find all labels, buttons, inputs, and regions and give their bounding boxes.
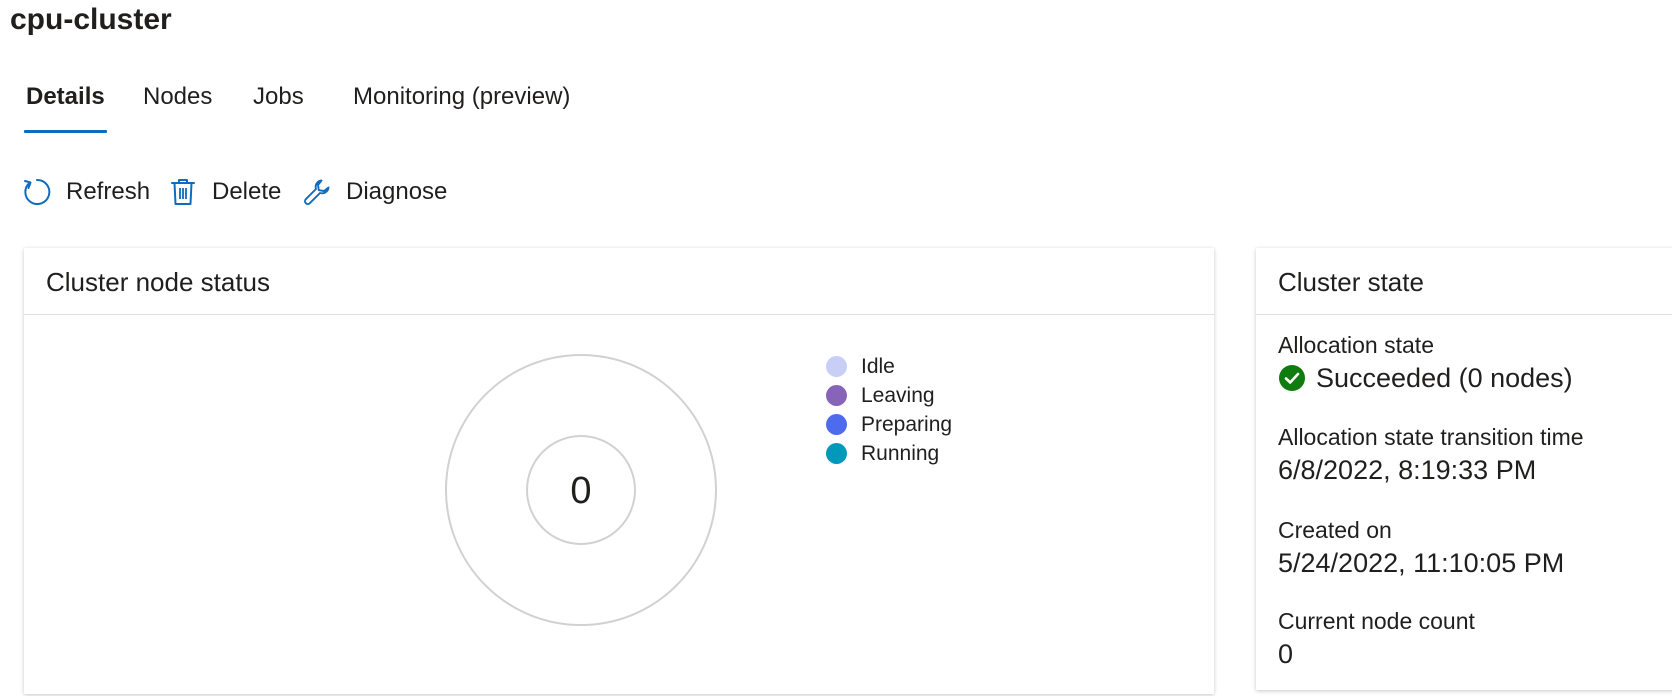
status-text: Succeeded (0 nodes) — [1316, 363, 1573, 393]
cluster-node-status-card: Cluster node status 0 Idle Leaving Prepa… — [24, 248, 1214, 694]
legend-item-idle: Idle — [826, 352, 952, 381]
legend-swatch-idle — [826, 356, 847, 377]
diagnose-label: Diagnose — [346, 178, 448, 205]
node-count-field: Current node count 0 — [1278, 606, 1475, 672]
delete-label: Delete — [212, 178, 282, 205]
created-on-field: Created on 5/24/2022, 11:10:05 PM — [1278, 515, 1564, 581]
legend-label: Leaving — [861, 383, 935, 407]
page-title: cpu-cluster — [10, 3, 172, 36]
legend-item-preparing: Preparing — [826, 410, 952, 439]
legend-label: Preparing — [861, 412, 953, 436]
cluster-state-card: Cluster state Allocation state Succeeded… — [1256, 248, 1672, 690]
success-check-icon — [1278, 364, 1306, 392]
legend-item-leaving: Leaving — [826, 381, 952, 410]
allocation-state-field: Allocation state Succeeded (0 nodes) — [1278, 330, 1573, 396]
legend-item-running: Running — [826, 439, 952, 468]
refresh-icon — [22, 177, 52, 207]
card-header: Cluster node status — [24, 248, 1214, 315]
tab-details[interactable]: Details — [24, 76, 107, 133]
legend-swatch-preparing — [826, 414, 847, 435]
donut-total: 0 — [570, 470, 591, 512]
refresh-label: Refresh — [66, 178, 151, 205]
legend-swatch-running — [826, 443, 847, 464]
field-value: 0 — [1278, 639, 1294, 669]
refresh-button[interactable]: Refresh — [22, 172, 150, 212]
card-title: Cluster node status — [46, 267, 271, 297]
legend-label: Idle — [861, 354, 895, 378]
tab-jobs[interactable]: Jobs — [253, 76, 304, 118]
allocation-state-value: Succeeded (0 nodes) — [1278, 360, 1573, 396]
field-label: Created on — [1278, 517, 1392, 543]
trash-icon — [168, 177, 198, 207]
field-label: Allocation state — [1278, 332, 1434, 358]
field-label: Allocation state transition time — [1278, 424, 1584, 450]
chart-legend: Idle Leaving Preparing Running — [826, 352, 952, 468]
diagnose-button[interactable]: Diagnose — [302, 172, 447, 212]
tab-monitoring[interactable]: Monitoring (preview) — [353, 76, 570, 118]
transition-time-field: Allocation state transition time 6/8/202… — [1278, 422, 1584, 488]
field-value: 5/24/2022, 11:10:05 PM — [1278, 548, 1565, 578]
tab-nodes[interactable]: Nodes — [143, 76, 212, 118]
legend-label: Running — [861, 441, 940, 465]
delete-button[interactable]: Delete — [168, 172, 281, 212]
legend-swatch-leaving — [826, 385, 847, 406]
node-status-donut-chart: 0 — [445, 354, 717, 626]
wrench-icon — [302, 177, 332, 207]
card-title: Cluster state — [1278, 267, 1424, 297]
card-header: Cluster state — [1256, 248, 1672, 315]
field-value: 6/8/2022, 8:19:33 PM — [1278, 455, 1537, 485]
field-label: Current node count — [1278, 608, 1475, 634]
